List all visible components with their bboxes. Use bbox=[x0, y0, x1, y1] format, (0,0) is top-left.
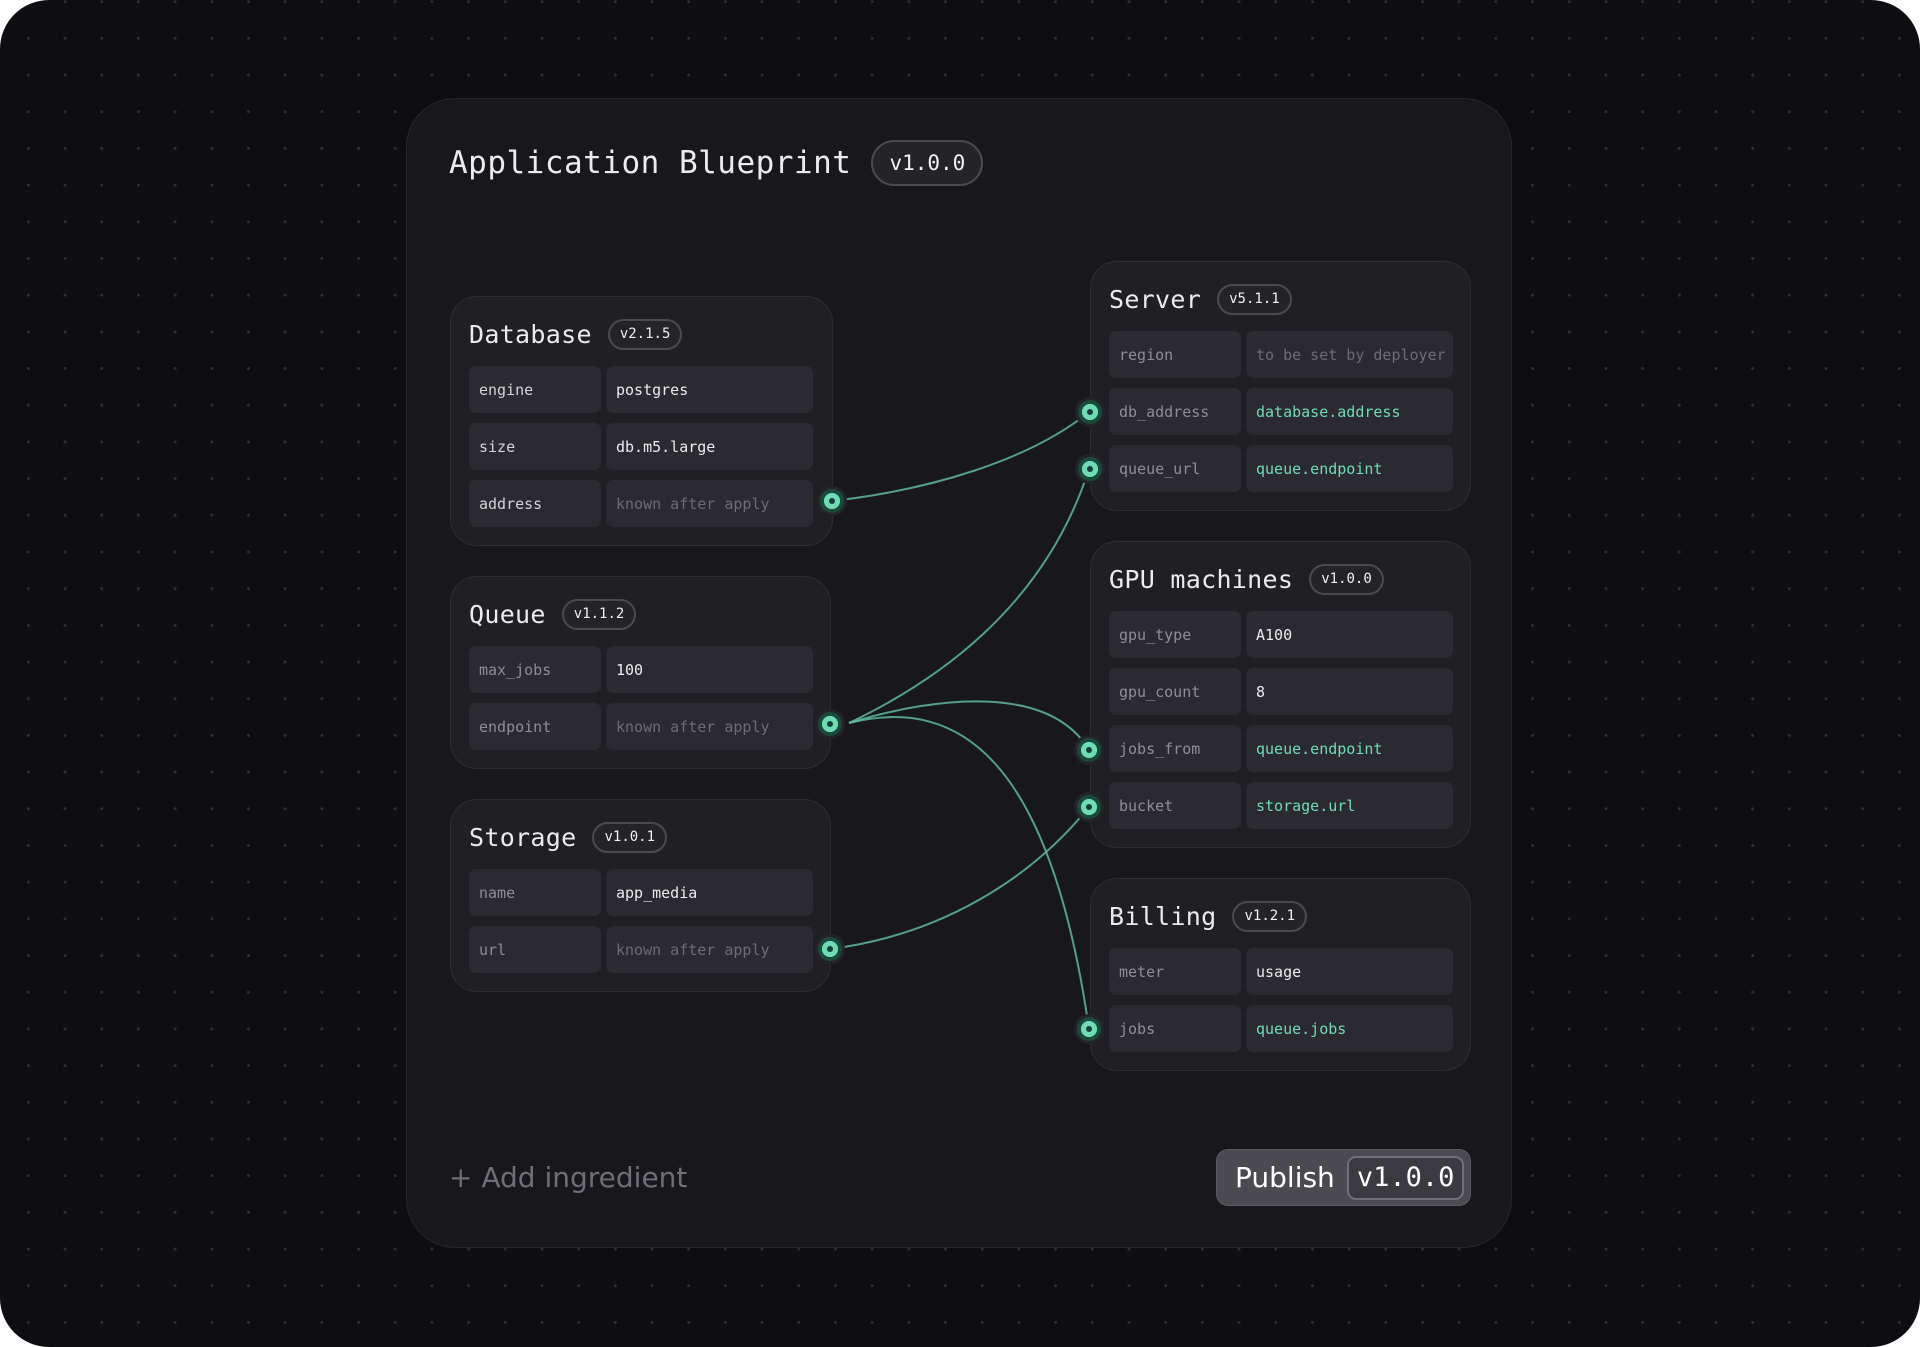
wire-storage-url-to-gpu-bucket bbox=[829, 806, 1090, 950]
storage-row-url: url known after apply bbox=[469, 926, 813, 973]
storage-card-header: Storage v1.0.1 bbox=[469, 820, 668, 854]
server-queue-url-input-port[interactable] bbox=[1075, 454, 1105, 484]
gpu-jobs-from-input-port[interactable] bbox=[1074, 735, 1104, 765]
database-row-address: address known after apply bbox=[469, 480, 813, 527]
database-address-key: address bbox=[469, 480, 601, 527]
queue-card[interactable]: Queue v1.1.2 max_jobs 100 endpoint known… bbox=[450, 576, 831, 769]
gpu-bucket-input-port[interactable] bbox=[1074, 792, 1104, 822]
server-card-header: Server v5.1.1 bbox=[1109, 282, 1292, 316]
server-row-queue-url: queue_url queue.endpoint bbox=[1109, 445, 1453, 492]
wire-database-address-to-server-db-address bbox=[831, 411, 1090, 502]
billing-version-badge: v1.2.1 bbox=[1232, 900, 1308, 932]
billing-jobs-input-port[interactable] bbox=[1074, 1014, 1104, 1044]
server-card-title: Server bbox=[1109, 284, 1202, 314]
billing-meter-value[interactable]: usage bbox=[1246, 948, 1453, 995]
gpu-jobs-from-value[interactable]: queue.endpoint bbox=[1246, 725, 1453, 772]
server-db-address-input-port[interactable] bbox=[1075, 397, 1105, 427]
gpu-card-title: GPU machines bbox=[1109, 564, 1294, 594]
queue-row-max-jobs: max_jobs 100 bbox=[469, 646, 813, 693]
queue-endpoint-output-port[interactable] bbox=[815, 709, 845, 739]
gpu-type-key: gpu_type bbox=[1109, 611, 1241, 658]
server-region-value[interactable]: to be set by deployer bbox=[1246, 331, 1453, 378]
wire-queue-endpoint-to-gpu-jobs-from bbox=[848, 700, 1090, 751]
queue-card-header: Queue v1.1.2 bbox=[469, 597, 637, 631]
queue-endpoint-value: known after apply bbox=[606, 703, 813, 750]
server-region-key: region bbox=[1109, 331, 1241, 378]
server-db-address-key: db_address bbox=[1109, 388, 1241, 435]
publish-version-badge: v1.0.0 bbox=[1346, 1155, 1465, 1200]
storage-url-output-port[interactable] bbox=[815, 934, 845, 964]
gpu-bucket-value[interactable]: storage.url bbox=[1246, 782, 1453, 829]
gpu-type-value[interactable]: A100 bbox=[1246, 611, 1453, 658]
add-ingredient-button[interactable]: + Add ingredient bbox=[449, 1155, 687, 1199]
storage-url-key: url bbox=[469, 926, 601, 973]
storage-card[interactable]: Storage v1.0.1 name app_media url known … bbox=[450, 799, 831, 992]
database-size-value[interactable]: db.m5.large bbox=[606, 423, 813, 470]
billing-row-meter: meter usage bbox=[1109, 948, 1453, 995]
server-row-db-address: db_address database.address bbox=[1109, 388, 1453, 435]
database-version-badge: v2.1.5 bbox=[607, 318, 683, 350]
storage-version-badge: v1.0.1 bbox=[592, 821, 668, 853]
gpu-count-value[interactable]: 8 bbox=[1246, 668, 1453, 715]
database-row-size: size db.m5.large bbox=[469, 423, 813, 470]
gpu-row-type: gpu_type A100 bbox=[1109, 611, 1453, 658]
storage-card-title: Storage bbox=[469, 822, 577, 852]
publish-button[interactable]: Publish v1.0.0 bbox=[1216, 1149, 1471, 1206]
server-queue-url-key: queue_url bbox=[1109, 445, 1241, 492]
database-card[interactable]: Database v2.1.5 engine postgres size db.… bbox=[450, 296, 833, 546]
gpu-jobs-from-key: jobs_from bbox=[1109, 725, 1241, 772]
storage-name-value[interactable]: app_media bbox=[606, 869, 813, 916]
database-card-title: Database bbox=[469, 319, 592, 349]
billing-meter-key: meter bbox=[1109, 948, 1241, 995]
queue-endpoint-key: endpoint bbox=[469, 703, 601, 750]
storage-name-key: name bbox=[469, 869, 601, 916]
queue-max-jobs-value[interactable]: 100 bbox=[606, 646, 813, 693]
database-row-engine: engine postgres bbox=[469, 366, 813, 413]
database-size-key: size bbox=[469, 423, 601, 470]
billing-card-header: Billing v1.2.1 bbox=[1109, 899, 1308, 933]
storage-row-name: name app_media bbox=[469, 869, 813, 916]
canvas-background: Application Blueprint v1.0.0 Database v2… bbox=[0, 0, 1920, 1347]
gpu-version-badge: v1.0.0 bbox=[1309, 563, 1384, 595]
billing-card[interactable]: Billing v1.2.1 meter usage jobs queue.jo… bbox=[1090, 878, 1471, 1071]
storage-url-value: known after apply bbox=[606, 926, 813, 973]
gpu-row-count: gpu_count 8 bbox=[1109, 668, 1453, 715]
gpu-bucket-key: bucket bbox=[1109, 782, 1241, 829]
server-row-region: region to be set by deployer bbox=[1109, 331, 1453, 378]
gpu-row-bucket: bucket storage.url bbox=[1109, 782, 1453, 829]
database-address-value: known after apply bbox=[606, 480, 813, 527]
wire-queue-endpoint-to-billing-jobs bbox=[848, 716, 1090, 1030]
gpu-machines-card[interactable]: GPU machines v1.0.0 gpu_type A100 gpu_co… bbox=[1090, 541, 1471, 848]
billing-card-title: Billing bbox=[1109, 901, 1217, 931]
queue-row-endpoint: endpoint known after apply bbox=[469, 703, 813, 750]
wire-queue-endpoint-to-server-queue-url bbox=[848, 468, 1090, 724]
database-engine-key: engine bbox=[469, 366, 601, 413]
publish-label: Publish bbox=[1235, 1161, 1335, 1194]
gpu-count-key: gpu_count bbox=[1109, 668, 1241, 715]
add-ingredient-label: + Add ingredient bbox=[449, 1160, 688, 1194]
database-address-output-port[interactable] bbox=[817, 486, 847, 516]
billing-row-jobs: jobs queue.jobs bbox=[1109, 1005, 1453, 1052]
server-db-address-value[interactable]: database.address bbox=[1246, 388, 1453, 435]
server-queue-url-value[interactable]: queue.endpoint bbox=[1246, 445, 1453, 492]
server-version-badge: v5.1.1 bbox=[1217, 283, 1292, 315]
server-card[interactable]: Server v5.1.1 region to be set by deploy… bbox=[1090, 261, 1471, 511]
queue-version-badge: v1.1.2 bbox=[561, 598, 637, 630]
queue-max-jobs-key: max_jobs bbox=[469, 646, 601, 693]
connection-wires bbox=[829, 411, 1090, 1030]
database-engine-value[interactable]: postgres bbox=[606, 366, 813, 413]
gpu-card-header: GPU machines v1.0.0 bbox=[1109, 562, 1384, 596]
database-card-header: Database v2.1.5 bbox=[469, 317, 683, 351]
queue-card-title: Queue bbox=[469, 599, 546, 629]
billing-jobs-key: jobs bbox=[1109, 1005, 1241, 1052]
billing-jobs-value[interactable]: queue.jobs bbox=[1246, 1005, 1453, 1052]
gpu-row-jobs-from: jobs_from queue.endpoint bbox=[1109, 725, 1453, 772]
